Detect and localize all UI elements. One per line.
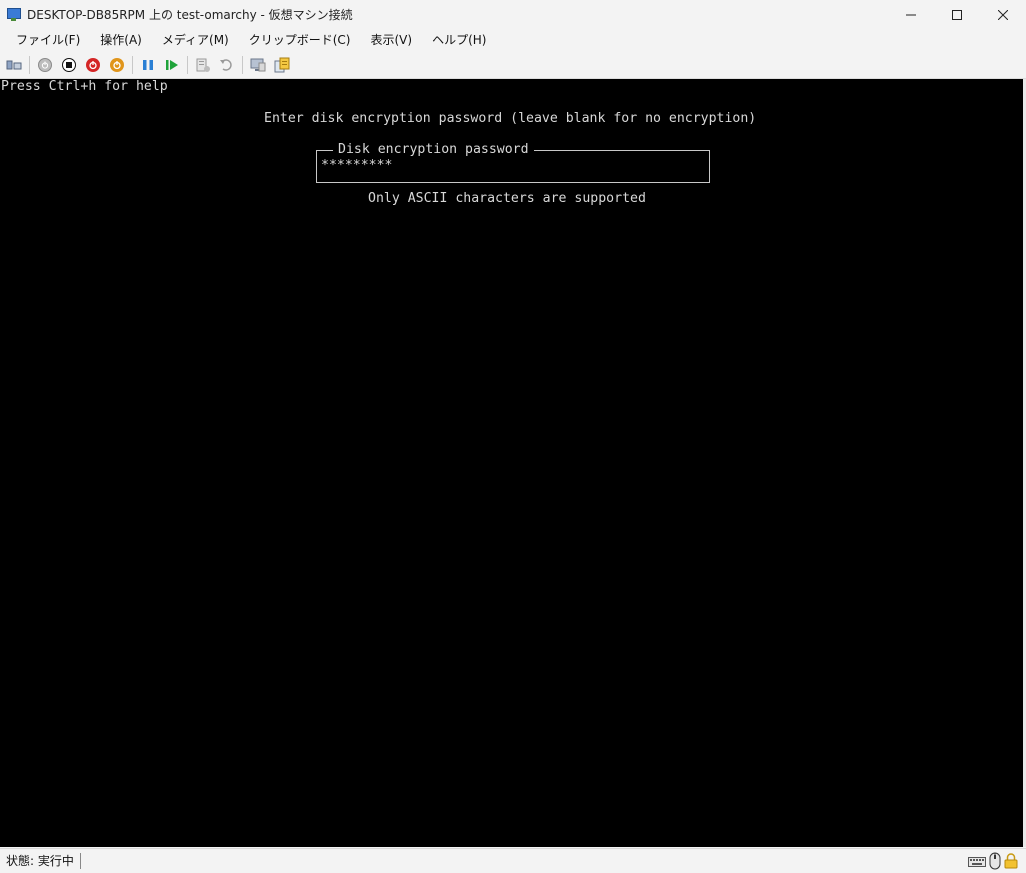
resume-icon [166,60,178,70]
revert-button[interactable] [215,53,239,77]
toolbar [0,52,1026,79]
keyboard-icon [968,857,986,867]
maximize-button[interactable] [934,0,980,29]
menu-action[interactable]: 操作(A) [90,29,152,51]
pause-button[interactable] [136,53,160,77]
status-icons [968,852,1018,870]
checkpoint-icon [196,58,210,72]
minimize-button[interactable] [888,0,934,29]
toolbar-separator [29,56,30,74]
shutdown-button[interactable] [81,53,105,77]
save-state-icon [110,58,124,72]
ctrl-alt-del-button[interactable] [2,53,26,77]
window-controls [888,0,1026,29]
vm-connect-icon [6,7,22,23]
share-button[interactable] [270,53,294,77]
pause-icon [143,60,153,70]
turn-off-button[interactable] [57,53,81,77]
menu-bar: ファイル(F) 操作(A) メディア(M) クリップボード(C) 表示(V) ヘ… [0,29,1026,51]
mouse-icon [989,852,1001,870]
minimize-icon [906,14,916,15]
menu-view[interactable]: 表示(V) [361,29,423,51]
menu-file[interactable]: ファイル(F) [6,29,90,51]
share-icon [274,57,290,73]
save-state-button[interactable] [105,53,129,77]
start-icon [38,58,52,72]
disk-encryption-password-field[interactable]: Disk encryption password ********* [316,142,710,183]
checkpoint-button[interactable] [191,53,215,77]
encryption-prompt: Enter disk encryption password (leave bl… [264,111,757,126]
status-bar: 状態: 実行中 [0,848,1026,873]
maximize-icon [952,9,962,20]
enhanced-session-button[interactable] [246,53,270,77]
menu-help[interactable]: ヘルプ(H) [422,29,496,51]
help-hint: Press Ctrl+h for help [1,79,168,94]
close-button[interactable] [980,0,1026,29]
close-icon [998,9,1008,20]
password-field-label: Disk encryption password [333,142,534,158]
title-bar: DESKTOP-DB85RPM 上の test-omarchy - 仮想マシン接… [0,0,1026,29]
window-title: DESKTOP-DB85RPM 上の test-omarchy - 仮想マシン接… [27,8,353,22]
lock-icon [1004,853,1018,869]
enhanced-session-icon [250,58,266,72]
menu-media[interactable]: メディア(M) [152,29,239,51]
ctrl-alt-del-icon [6,60,22,70]
start-button[interactable] [33,53,57,77]
vm-console[interactable]: Press Ctrl+h for help Enter disk encrypt… [0,79,1026,847]
turn-off-icon [62,58,76,72]
password-field-value: ********* [321,158,393,173]
vm-status: 状態: 実行中 [6,853,81,869]
toolbar-separator [187,56,188,74]
resume-button[interactable] [160,53,184,77]
toolbar-separator [132,56,133,74]
toolbar-separator [242,56,243,74]
menu-clipboard[interactable]: クリップボード(C) [239,29,361,51]
revert-icon [220,59,232,71]
shutdown-icon [86,58,100,72]
ascii-note: Only ASCII characters are supported [368,191,646,206]
